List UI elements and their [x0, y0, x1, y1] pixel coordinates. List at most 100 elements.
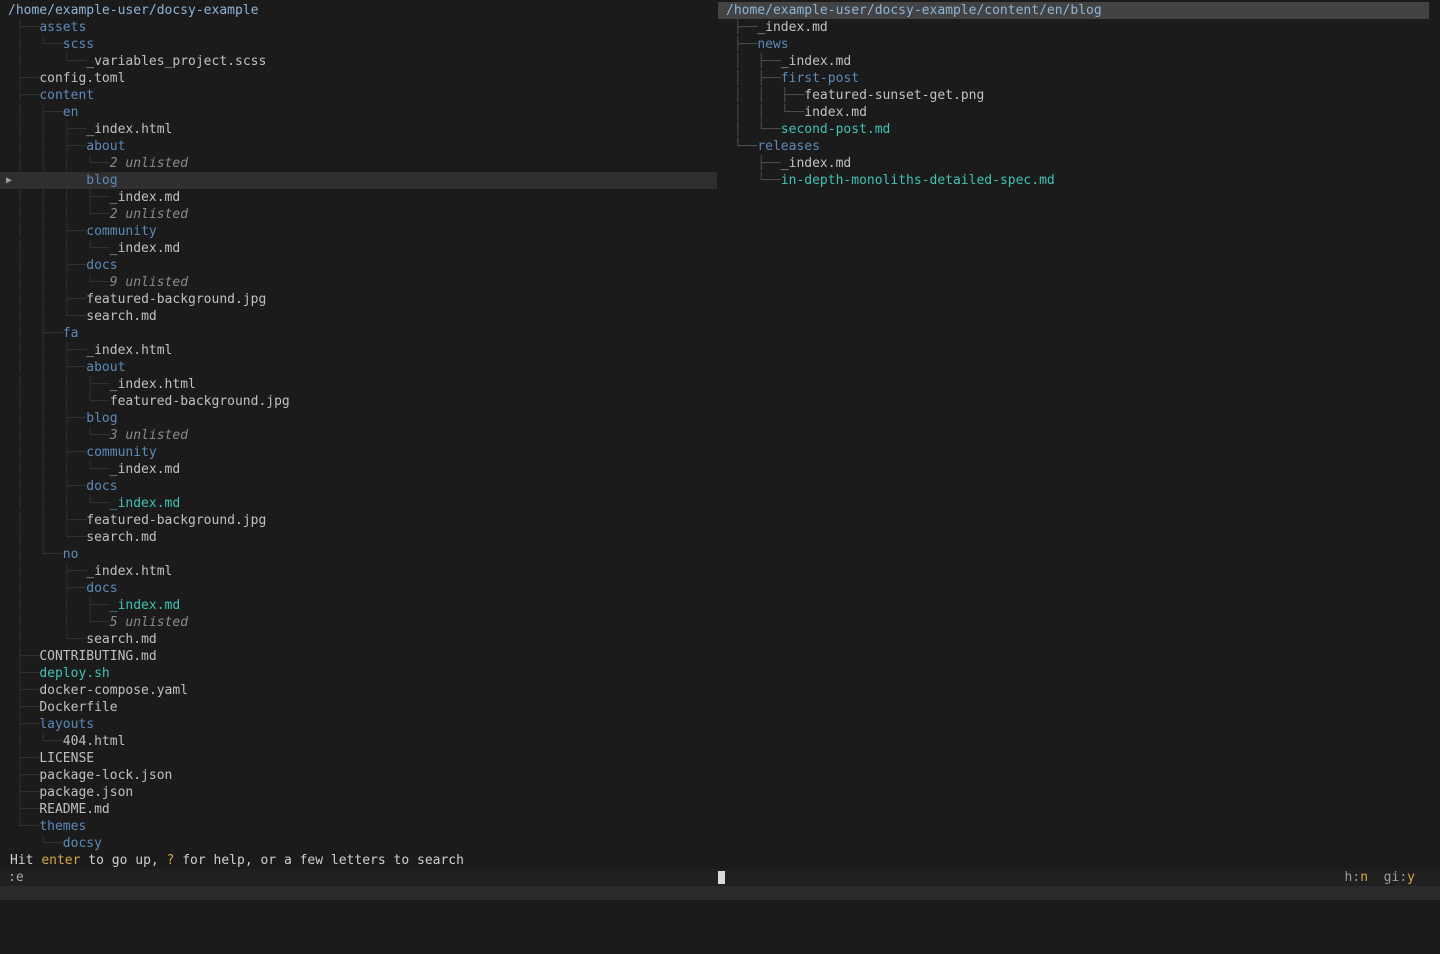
directory-name: about [86, 139, 125, 154]
tree-row[interactable]: │ ├──docs [0, 580, 717, 597]
tree-branch-lines: ├── [8, 751, 39, 766]
tree-branch-lines: │ │ └── [8, 615, 110, 630]
tree-row[interactable]: │ │ │ └──featured-background.jpg [0, 393, 717, 410]
tree-row[interactable]: │ └──404.html [0, 733, 717, 750]
tree-row[interactable]: │ └──second-post.md [718, 121, 1440, 138]
tree-row[interactable]: │ ├──en [0, 104, 717, 121]
directory-name: layouts [39, 717, 94, 732]
tree-row[interactable]: ├──Dockerfile [0, 699, 717, 716]
tree-row[interactable]: │ │ ├──docs [0, 257, 717, 274]
tree-row[interactable]: │ │ └──search.md [0, 308, 717, 325]
tree-row[interactable]: ├──news [718, 36, 1440, 53]
tree-branch-lines: │ │ ├── [8, 224, 86, 239]
terminal-tree-browser: /home/example-user/docsy-example ├──asse… [0, 0, 1440, 900]
tree-row[interactable]: ├──deploy.sh [0, 665, 717, 682]
tree-branch-lines: │ ├── [726, 54, 781, 69]
tree-branch-lines: │ │ │ ├── [8, 377, 110, 392]
tree-row[interactable]: │ └──search.md [0, 631, 717, 648]
tree-row[interactable]: ▶ │ │ ├──blog [0, 172, 717, 189]
tree-branch-lines: │ │ ├── [8, 479, 86, 494]
tree-row[interactable]: │ │ ├──featured-background.jpg [0, 291, 717, 308]
file-name: featured-background.jpg [110, 394, 290, 409]
tree-row[interactable]: │ ├──_index.html [0, 563, 717, 580]
tree-row[interactable]: │ │ ├──featured-sunset-get.png [718, 87, 1440, 104]
tree-row[interactable]: │ └──scss [0, 36, 717, 53]
tree-row[interactable]: ├──LICENSE [0, 750, 717, 767]
directory-name: scss [63, 37, 94, 52]
tree-row[interactable]: ├──package-lock.json [0, 767, 717, 784]
flag-value[interactable]: y [1407, 870, 1415, 885]
text-cursor-icon [718, 871, 725, 884]
tree-row[interactable]: │ │ │ └──_index.md [0, 240, 717, 257]
tree-branch-lines: │ │ │ └── [8, 394, 110, 409]
tree-row[interactable]: │ │ ├──featured-background.jpg [0, 512, 717, 529]
tree-row[interactable]: ├──content [0, 87, 717, 104]
tree-row[interactable]: │ │ ├──_index.md [0, 597, 717, 614]
tree-row[interactable]: └──releases [718, 138, 1440, 155]
tree-row[interactable]: │ └──_variables_project.scss [0, 53, 717, 70]
tree-row[interactable]: │ │ ├──community [0, 223, 717, 240]
tree-row[interactable]: ├──_index.md [718, 155, 1440, 172]
right-panel-path[interactable]: /home/example-user/docsy-example/content… [718, 2, 1429, 19]
tree-row[interactable]: ├──README.md [0, 801, 717, 818]
tree-row[interactable]: │ │ │ ├──_index.html [0, 376, 717, 393]
command-input[interactable]: :e [8, 869, 24, 886]
tree-row[interactable]: │ │ ├──about [0, 359, 717, 376]
tree-row[interactable]: │ │ └──5 unlisted [0, 614, 717, 631]
directory-name: no [63, 547, 79, 562]
tree-row[interactable]: ├──_index.md [718, 19, 1440, 36]
input-bar[interactable]: :e h:n gi:y [0, 869, 1440, 886]
tree-row[interactable]: │ │ │ └──_index.md [0, 461, 717, 478]
tree-branch-lines: │ └── [8, 632, 86, 647]
tree-row[interactable]: │ │ │ ├──_index.md [0, 189, 717, 206]
tree-row[interactable]: ├──docker-compose.yaml [0, 682, 717, 699]
tree-row[interactable]: │ │ └──search.md [0, 529, 717, 546]
tree-row[interactable]: │ ├──fa [0, 325, 717, 342]
tree-branch-lines: │ ├── [726, 71, 781, 86]
tree-branch-lines: │ │ ├── [8, 122, 86, 137]
tree-row[interactable]: │ └──no [0, 546, 717, 563]
unlisted-count: 9 unlisted [110, 275, 188, 290]
tree-row[interactable]: ├──config.toml [0, 70, 717, 87]
flag-value[interactable]: n [1360, 870, 1368, 885]
tree-row[interactable]: │ │ │ └──3 unlisted [0, 427, 717, 444]
directory-name: themes [39, 819, 86, 834]
file-name: second-post.md [781, 122, 891, 137]
file-name: config.toml [39, 71, 125, 86]
tree-row[interactable]: └──docsy [0, 835, 717, 852]
tree-row[interactable]: │ │ │ └──2 unlisted [0, 155, 717, 172]
tree-branch-lines: │ └── [726, 122, 781, 137]
tree-row[interactable]: │ │ ├──community [0, 444, 717, 461]
tree-branch-lines: │ │ ├── [8, 292, 86, 307]
tree-row[interactable]: │ │ ├──_index.html [0, 121, 717, 138]
file-name: package-lock.json [39, 768, 172, 783]
tree-row[interactable]: │ │ ├──docs [0, 478, 717, 495]
tree-row[interactable]: ├──CONTRIBUTING.md [0, 648, 717, 665]
tree-row[interactable]: └──themes [0, 818, 717, 835]
tree-row[interactable]: ├──assets [0, 19, 717, 36]
tree-row[interactable]: │ │ ├──_index.html [0, 342, 717, 359]
tree-row[interactable]: │ │ ├──about [0, 138, 717, 155]
tree-row[interactable]: │ │ └──index.md [718, 104, 1440, 121]
tree-row[interactable]: │ ├──first-post [718, 70, 1440, 87]
directory-name: blog [86, 411, 117, 426]
tree-row[interactable]: │ ├──_index.md [718, 53, 1440, 70]
tree-row[interactable]: │ │ │ └──_index.md [0, 495, 717, 512]
tree-row[interactable]: ├──package.json [0, 784, 717, 801]
tree-branch-lines: │ │ │ └── [8, 428, 110, 443]
tree-branch-lines: │ │ └── [726, 105, 804, 120]
tree-branch-lines: │ │ ├── [726, 88, 804, 103]
directory-name: blog [86, 173, 117, 188]
tree-row[interactable]: │ │ │ └──2 unlisted [0, 206, 717, 223]
tree-row[interactable]: └──in-depth-monoliths-detailed-spec.md [718, 172, 1440, 189]
tree-row[interactable]: ├──layouts [0, 716, 717, 733]
left-panel-path[interactable]: /home/example-user/docsy-example [0, 2, 717, 19]
status-text: to go up, [80, 853, 166, 868]
file-name: _index.md [781, 54, 851, 69]
tree-row[interactable]: │ │ │ └──9 unlisted [0, 274, 717, 291]
file-name: _index.md [110, 462, 180, 477]
tree-branch-lines: ├── [8, 666, 39, 681]
directory-name: releases [757, 139, 820, 154]
tree-branch-lines: │ │ ├── [8, 258, 86, 273]
tree-row[interactable]: │ │ ├──blog [0, 410, 717, 427]
